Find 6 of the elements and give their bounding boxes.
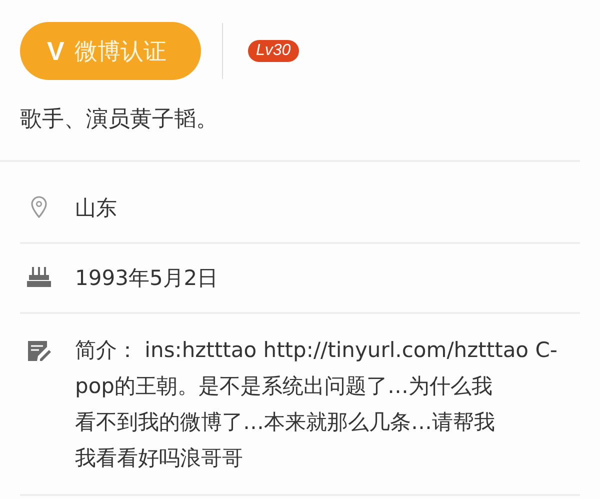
location-text: 山东: [75, 195, 117, 222]
verified-badge[interactable]: V 微博认证: [20, 22, 201, 80]
level-badge: Lv30: [248, 40, 299, 62]
birthday-text: 1993年5月2日: [75, 265, 218, 292]
bio-text: 歌手、演员黄子韬。: [0, 80, 580, 162]
intro-text: 简介： ins:hztttao http://tinyurl.com/hztttao C- pop的王朝。是不是系统出问题了…为什么我 看不到我的微博了…本来就那么几条…请帮我 我看看好吗浪哥哥: [75, 337, 558, 472]
